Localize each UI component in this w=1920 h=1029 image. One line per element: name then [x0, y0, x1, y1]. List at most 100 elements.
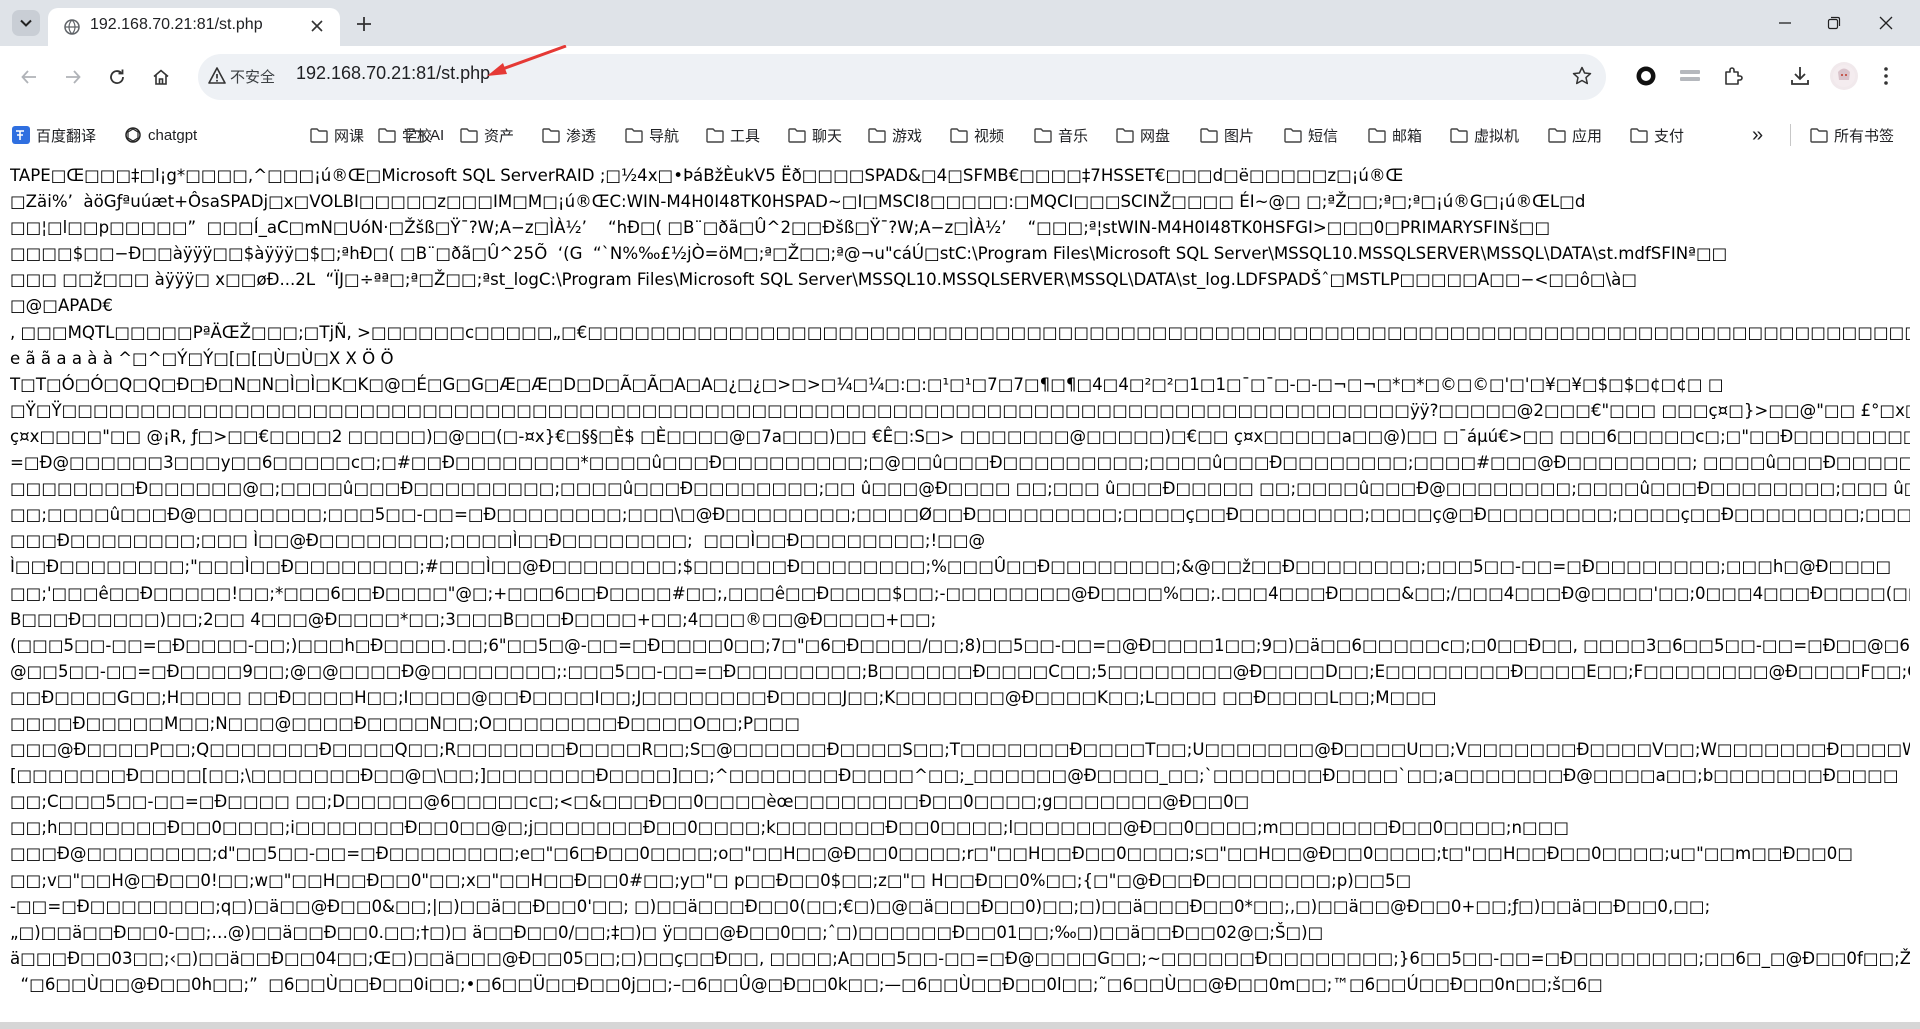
bookmarks-bar: 百度翻译 chatgpt 网课 学校 AI 资产 渗透 导航 工具 聊天 游戏 视频 音乐 网盘 图片 短信邮… [0, 112, 1920, 158]
output-line: □Ÿ□Ÿ□□□□□□□□□□□□□□□□□□□□□□□□□□□□□□□□□□□□… [10, 400, 1910, 420]
arrow-right-icon [66, 70, 81, 84]
folder-icon [1200, 128, 1218, 143]
bookmark-label: 百度翻译 [36, 127, 97, 145]
bookmark-star-button[interactable] [1570, 64, 1594, 88]
folder-icon [1630, 128, 1648, 143]
back-button[interactable] [14, 62, 44, 92]
bookmark-label: 视频 [974, 127, 1005, 145]
bookmark-label: 网盘 [1140, 127, 1171, 145]
bookmark-item[interactable]: 虚拟机 [1450, 124, 1519, 146]
extension-button[interactable] [1676, 62, 1704, 90]
reload-button[interactable] [102, 62, 132, 92]
reload-icon [110, 69, 124, 84]
bookmark-item[interactable]: 邮箱 [1368, 124, 1422, 146]
output-line: □□□ □□ž□□□ àÿÿÿ□ x□□øÐ...2L “ÏJ□÷ªª□;ª□Ž… [10, 270, 1638, 290]
output-line: □□¦□l□□p□□□□□” □□□Í_aC□mN□UóN·□Žšß□Ÿ¯?W;… [10, 218, 1551, 238]
bookmark-label: 游戏 [892, 127, 923, 145]
bookmark-label: 支付 [1654, 127, 1685, 145]
output-line: , □□□MQTL□□□□□PªÄŒŽ□□□;□TjÑ, >□□□□□□c□□□… [10, 322, 1910, 342]
bookmark-item[interactable]: 资产 [460, 124, 514, 146]
folder-icon [310, 128, 328, 143]
output-line: „□)□□ä□□Ð□□0-□□;…@)□□ä□□Ð□□0.□□;†□)□ ä□□… [10, 922, 1324, 942]
tab-search-button[interactable] [12, 10, 40, 36]
output-line: □□□Ð@□□□□□□□□;d"□□5□□-□□=□Ð□□□□□□□□;e□"□… [10, 844, 1854, 864]
chevron-down-icon [20, 19, 32, 27]
avatar-icon [1833, 65, 1855, 87]
folder-icon [1368, 128, 1386, 143]
bookmark-item[interactable]: 网盘 [1116, 124, 1170, 146]
extension-button[interactable] [1632, 62, 1660, 90]
bookmark-label: chatgpt [148, 126, 198, 144]
folder-icon [950, 128, 968, 143]
tab-title: 192.168.70.21:81/st.php [90, 16, 263, 33]
bookmark-item[interactable]: 视频 [950, 124, 1004, 146]
bookmark-item[interactable]: 工具 [706, 124, 760, 146]
bookmark-item[interactable]: 聊天 [788, 124, 842, 146]
bookmark-item[interactable]: AI [406, 124, 444, 146]
baidu-translate-icon [12, 126, 30, 144]
window-minimize-button[interactable] [1762, 10, 1808, 36]
window-restore-button[interactable] [1808, 10, 1860, 36]
plus-icon [357, 17, 371, 31]
output-line: □□;□□□□û□□□Ð@□□□□□□□□;□□□5□□-□□=□Ð□□□□□□… [10, 505, 1910, 525]
more-vertical-icon [1884, 67, 1888, 85]
bookmark-item[interactable]: 导航 [625, 124, 679, 146]
browser-menu-button[interactable] [1872, 62, 1900, 90]
close-icon [311, 20, 323, 32]
bookmark-item[interactable]: 游戏 [868, 124, 922, 146]
bookmark-label: 资产 [484, 127, 515, 145]
home-icon [153, 69, 169, 85]
bookmark-item[interactable]: 短信 [1284, 124, 1338, 146]
bookmark-item[interactable]: 应用 [1548, 124, 1602, 146]
bookmarks-overflow-button[interactable]: » [1752, 124, 1763, 146]
bookmark-item[interactable]: 网课 [310, 124, 364, 146]
chatgpt-icon [125, 127, 141, 143]
all-bookmarks-button[interactable]: 所有书签 [1810, 124, 1894, 146]
page-content: TAPE□Œ□□□‡□l¡g*□□□□,^□□□¡ú®Œ□Microsoft S… [10, 163, 1910, 1029]
output-line: □□;h□□□□□□□Ð□□0□□□□;i□□□□□□□Ð□□0□□@□;j□□… [10, 818, 1570, 838]
bookmark-label: 工具 [730, 127, 761, 145]
bookmark-label: 导航 [649, 127, 680, 145]
folder-icon [706, 128, 724, 143]
warning-icon[interactable] [208, 66, 226, 86]
close-icon [1879, 16, 1893, 30]
output-line: Ì□□Ð□□□□□□□□;"□□□Ì□□Ð□□□□□□□□;#□□□Ì□□@Ð□… [10, 557, 1892, 577]
output-line: =□Ð@□□□□□□3□□□y□□6□□□□□c□;□#□□Ð□□□□□□□□*… [10, 453, 1910, 473]
url-text[interactable]: 192.168.70.21:81/st.php [296, 63, 490, 84]
home-button[interactable] [146, 62, 176, 92]
security-label[interactable]: 不安全 [230, 66, 275, 87]
annotation-arrow [487, 45, 567, 76]
bookmark-label: 图片 [1224, 127, 1255, 145]
forward-button[interactable] [58, 62, 88, 92]
folder-icon [1810, 128, 1828, 143]
bookmark-item[interactable]: chatgpt [124, 124, 197, 146]
bookmark-item[interactable]: 图片 [1200, 124, 1254, 146]
bookmark-item[interactable]: 百度翻译 [12, 124, 96, 146]
bookmark-item[interactable]: 渗透 [542, 124, 596, 146]
raw-binary-output: TAPE□Œ□□□‡□l¡g*□□□□,^□□□¡ú®Œ□Microsoft S… [10, 163, 1910, 998]
bookmarks-separator [1790, 124, 1791, 146]
profile-avatar[interactable] [1830, 62, 1858, 90]
folder-icon [542, 128, 560, 143]
window-close-button[interactable] [1860, 10, 1912, 36]
output-line: “□6□□Ù□□@Ð□□0h□□;” □6□□Ù□□Ð□□0i□□;•□6□□Ü… [10, 974, 1603, 994]
star-icon [1572, 66, 1592, 85]
bookmark-label: 邮箱 [1392, 127, 1423, 145]
browser-tab[interactable]: 192.168.70.21:81/st.php [48, 8, 340, 46]
tab-close-button[interactable] [306, 15, 328, 37]
extensions-menu-button[interactable] [1720, 62, 1748, 90]
new-tab-button[interactable] [350, 11, 378, 37]
folder-icon [378, 128, 396, 143]
downloads-button[interactable] [1786, 62, 1814, 90]
horizontal-scrollbar[interactable] [0, 1022, 1920, 1029]
bookmark-item[interactable]: 音乐 [1034, 124, 1088, 146]
bookmark-label: 网课 [334, 127, 365, 145]
output-line: □□□@Ð□□□□P□□;Q□□□□□□□Ð□□□□Q□□;R□□□□□□□Ð□… [10, 740, 1910, 760]
output-line: @□□5□□-□□=□Ð□□□□9□□;@□@□□□□Ð@□□□□□□□□;:□… [10, 661, 1910, 681]
bookmark-item[interactable]: 支付 [1630, 124, 1684, 146]
folder-icon [406, 128, 424, 143]
bookmark-label: 音乐 [1058, 127, 1089, 145]
output-line: -□□=□Ð□□□□□□□□;q□)□ä□□@Ð□□0&□□;|□)□□ä□□Ð… [10, 896, 1711, 916]
browser-toolbar: 不安全 192.168.70.21:81/st.php 百度翻译 chatgpt 网… [0, 46, 1920, 158]
output-line: □□□□$□□−Ð□□àÿÿÿ□□$àÿÿÿ□$□;ªhÐ□( □B¨□ðã□Û… [10, 244, 1728, 264]
